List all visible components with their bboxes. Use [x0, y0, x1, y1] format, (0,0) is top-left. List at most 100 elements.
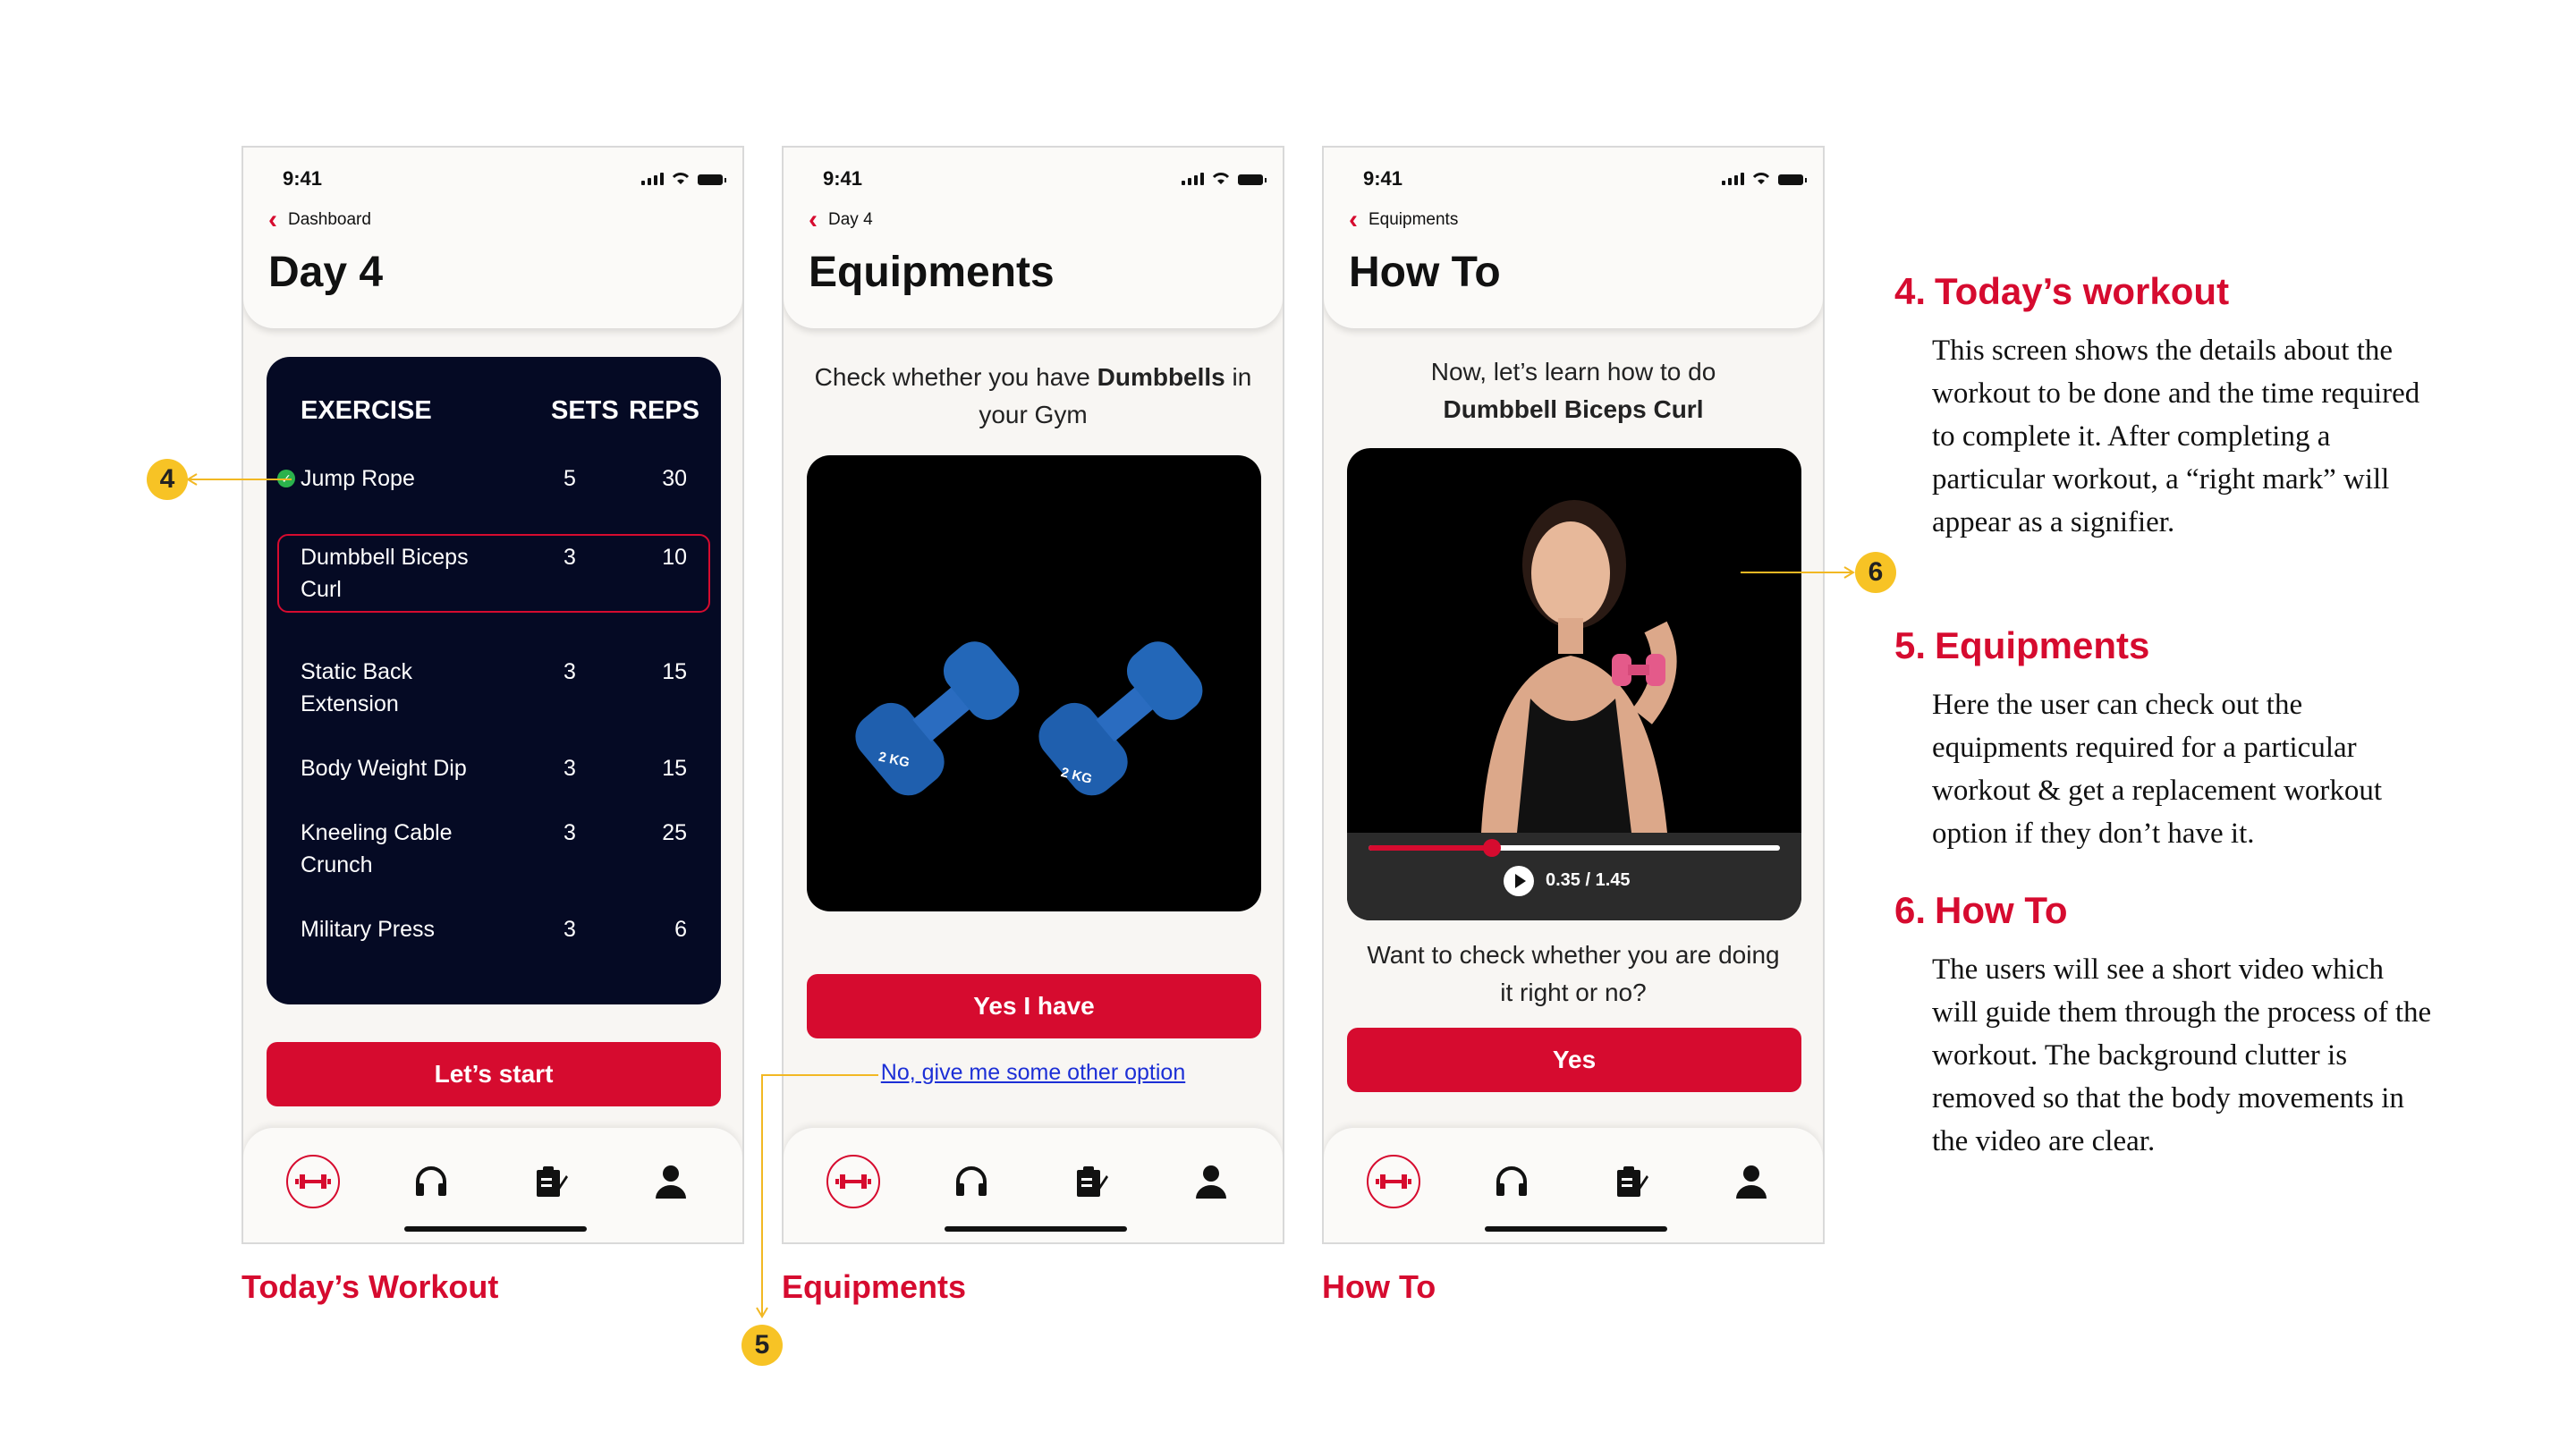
howto-exercise-name: Dumbbell Biceps Curl — [1443, 395, 1704, 423]
note-body: This screen shows the details about the … — [1932, 335, 2420, 538]
headphones-icon — [416, 1166, 446, 1196]
tab-workout[interactable] — [286, 1155, 340, 1208]
note-howto: 6. How To The users will see a short vide… — [1894, 889, 2433, 1163]
equipment-prompt: Check whether you have Dumbbells in your… — [784, 359, 1283, 434]
callout-badge-4: 4 — [147, 459, 188, 500]
callout-badge-6: 6 — [1855, 552, 1896, 593]
status-time: 9:41 — [283, 167, 323, 190]
status-icons — [1182, 171, 1267, 185]
caption-workout: Today’s Workout — [242, 1268, 499, 1305]
yes-i-have-button[interactable]: Yes I have — [807, 974, 1261, 1038]
prompt-equipment: Dumbbells — [1097, 363, 1225, 391]
battery-icon — [1238, 174, 1267, 185]
exercise-reps: 15 — [662, 756, 687, 781]
dumbbell-icon — [295, 1174, 331, 1189]
back-button[interactable]: ‹ Day 4 — [809, 207, 873, 233]
note-equipments: 5. Equipments Here the user can check out… — [1894, 624, 2433, 855]
chevron-left-icon: ‹ — [809, 205, 818, 234]
page-title: How To — [1349, 249, 1501, 296]
signal-icon — [1722, 173, 1744, 185]
home-indicator — [404, 1226, 587, 1232]
tab-profile[interactable] — [1724, 1155, 1778, 1208]
caption-howto: How To — [1322, 1268, 1436, 1305]
exercise-reps: 6 — [674, 917, 687, 942]
exercise-reps: 10 — [662, 545, 687, 570]
tab-bar — [243, 1128, 742, 1242]
signal-icon — [641, 173, 664, 185]
battery-icon — [698, 174, 726, 185]
page-title: Equipments — [809, 249, 1055, 296]
exercise-name: Jump Rope — [301, 466, 415, 491]
exercise-reps: 30 — [662, 466, 687, 491]
status-time: 9:41 — [1363, 167, 1403, 190]
note-body: Here the user can check out the equipmen… — [1932, 689, 2383, 850]
howto-screen: 9:41 ‹ Equipments How To Now, let’s lear… — [1322, 146, 1825, 1244]
exercise-table: EXERCISE SETS REPS ✓ Jump Rope 5 30 Dumb… — [267, 357, 721, 1004]
tab-audio[interactable] — [1485, 1155, 1538, 1208]
back-label: Equipments — [1368, 210, 1459, 229]
tab-workout[interactable] — [1367, 1155, 1420, 1208]
status-icons — [641, 171, 726, 185]
profile-icon — [1736, 1165, 1767, 1199]
chevron-left-icon: ‹ — [1349, 205, 1358, 234]
howto-header: 9:41 ‹ Equipments How To — [1324, 148, 1823, 328]
clipboard-icon — [537, 1166, 568, 1197]
yes-button[interactable]: Yes — [1347, 1028, 1801, 1092]
tab-audio[interactable] — [404, 1155, 458, 1208]
check-icon: ✓ — [277, 470, 295, 487]
exercise-sets: 3 — [564, 917, 576, 942]
exercise-name: Body Weight Dip — [301, 756, 467, 781]
other-option-link[interactable]: No, give me some other option — [784, 1060, 1283, 1086]
exercise-sets: 5 — [564, 466, 576, 491]
workout-header: 9:41 ‹ Dashboard Day 4 — [243, 148, 742, 328]
callout-badge-5: 5 — [741, 1325, 783, 1366]
tab-profile[interactable] — [1184, 1155, 1238, 1208]
headphones-icon — [956, 1166, 987, 1196]
home-indicator — [945, 1226, 1127, 1232]
tab-workout[interactable] — [826, 1155, 880, 1208]
video-player[interactable]: 0.35 / 1.45 — [1347, 448, 1801, 920]
column-header-exercise: EXERCISE — [301, 396, 432, 425]
profile-icon — [656, 1165, 686, 1199]
page-title: Day 4 — [268, 249, 384, 296]
howto-question: Want to check whether you are doing it r… — [1367, 941, 1780, 1006]
exercise-reps: 25 — [662, 820, 687, 845]
exercise-reps: 15 — [662, 659, 687, 684]
lets-start-button[interactable]: Let’s start — [267, 1042, 721, 1106]
exercise-sets: 3 — [564, 756, 576, 781]
wifi-icon — [1752, 173, 1770, 184]
back-label: Dashboard — [288, 210, 371, 229]
status-icons — [1722, 171, 1807, 185]
howto-intro: Now, let’s learn how to do — [1430, 358, 1716, 386]
equipments-screen: 9:41 ‹ Day 4 Equipments Check whether yo… — [782, 146, 1284, 1244]
back-button[interactable]: ‹ Equipments — [1349, 207, 1458, 233]
exercise-name: Military Press — [301, 917, 436, 942]
tab-bar — [784, 1128, 1283, 1242]
note-number: 5. — [1894, 624, 1927, 666]
exercise-sets: 3 — [564, 659, 576, 684]
column-header-sets: SETS — [551, 396, 619, 425]
profile-icon — [1196, 1165, 1226, 1199]
tab-plan[interactable] — [1064, 1155, 1118, 1208]
exercise-name: Dumbbell Biceps Curl — [301, 545, 469, 602]
dumbbells-illustration — [855, 641, 1203, 796]
table-row-selected[interactable]: Dumbbell Biceps Curl 3 10 — [277, 534, 710, 613]
tab-plan[interactable] — [1605, 1155, 1658, 1208]
exercise-name: Kneeling Cable Crunch — [301, 820, 453, 877]
tab-profile[interactable] — [644, 1155, 698, 1208]
tab-plan[interactable] — [524, 1155, 578, 1208]
dumbbell-icon — [835, 1174, 871, 1189]
note-title: How To — [1935, 889, 2068, 931]
note-body: The users will see a short video which w… — [1932, 953, 2432, 1157]
tab-audio[interactable] — [945, 1155, 998, 1208]
trainer-video-frame — [1481, 500, 1677, 833]
back-button[interactable]: ‹ Dashboard — [268, 207, 371, 233]
battery-icon — [1778, 174, 1807, 185]
note-number: 4. — [1894, 270, 1927, 312]
note-number: 6. — [1894, 889, 1927, 931]
exercise-sets: 3 — [564, 545, 576, 570]
video-scrubber-handle[interactable] — [1483, 839, 1501, 857]
play-icon[interactable] — [1503, 865, 1535, 897]
clipboard-icon — [1077, 1166, 1108, 1197]
exercise-name: Static Back Extension — [301, 659, 413, 716]
